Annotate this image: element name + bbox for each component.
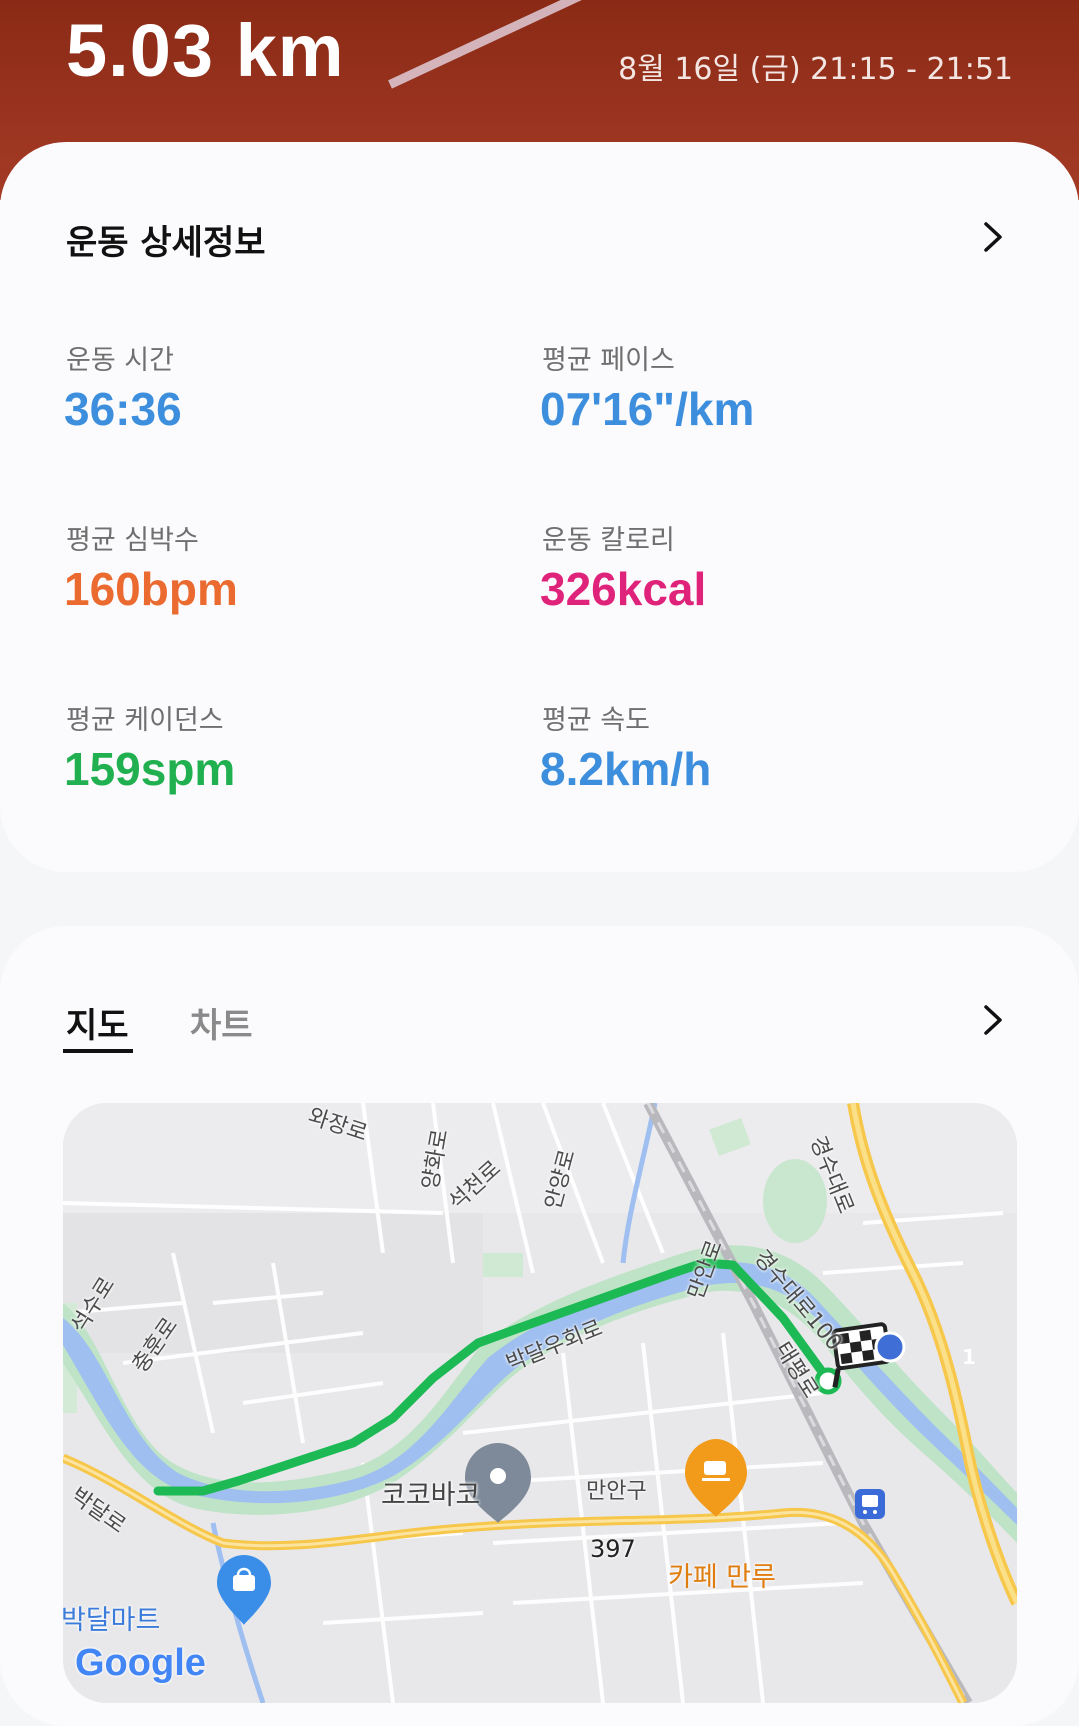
chevron-right-icon[interactable]	[975, 1003, 1009, 1037]
duration-value: 36:36	[64, 383, 182, 435]
poi-label[interactable]: 박달마트	[63, 1598, 160, 1637]
highway-badge	[874, 1331, 906, 1363]
calories-value: 326kcal	[540, 563, 707, 615]
distance-value: 5.03 km	[66, 9, 345, 92]
district-label: 만안구	[586, 1479, 647, 1504]
workout-datetime: 8월 16일 (금) 21:15 - 21:51	[618, 52, 1013, 87]
poi-label[interactable]: 카페 만루	[668, 1555, 776, 1594]
attribution: Google	[75, 1642, 206, 1684]
tab-active-indicator	[63, 1049, 133, 1053]
route-number-label: 397	[590, 1535, 636, 1563]
avg-cadence-label: 평균 케이던스	[66, 705, 224, 736]
avg-pace-value: 07'16"/km	[540, 383, 755, 435]
route-map[interactable]: 와장로 양화로 석천로 안양로 석수로 충훈로 박달우회로 만안로 경수대로 경…	[63, 1103, 1017, 1703]
chevron-right-icon[interactable]	[975, 220, 1009, 254]
train-icon	[855, 1489, 885, 1519]
duration-label: 운동 시간	[66, 345, 174, 376]
poi-label[interactable]: 코코바코	[381, 1473, 480, 1512]
tab-map[interactable]: 지도	[66, 998, 129, 1047]
calories-label: 운동 칼로리	[542, 525, 675, 556]
avg-heart-rate-label: 평균 심박수	[66, 525, 199, 556]
avg-speed-label: 평균 속도	[542, 705, 650, 736]
avg-speed-value: 8.2km/h	[540, 743, 712, 795]
google-logo: Google	[75, 1642, 206, 1685]
avg-cadence-value: 159spm	[64, 743, 236, 795]
avg-pace-label: 평균 페이스	[542, 345, 675, 376]
details-title: 운동 상세정보	[66, 223, 266, 263]
highway-badge-label: 1	[962, 1345, 976, 1369]
tab-chart[interactable]: 차트	[190, 998, 253, 1047]
workout-details-card[interactable]: 운동 상세정보 운동 시간 36:36 평균 페이스 07'16"/km 평균 …	[0, 142, 1079, 872]
avg-heart-rate-value: 160bpm	[64, 563, 238, 615]
